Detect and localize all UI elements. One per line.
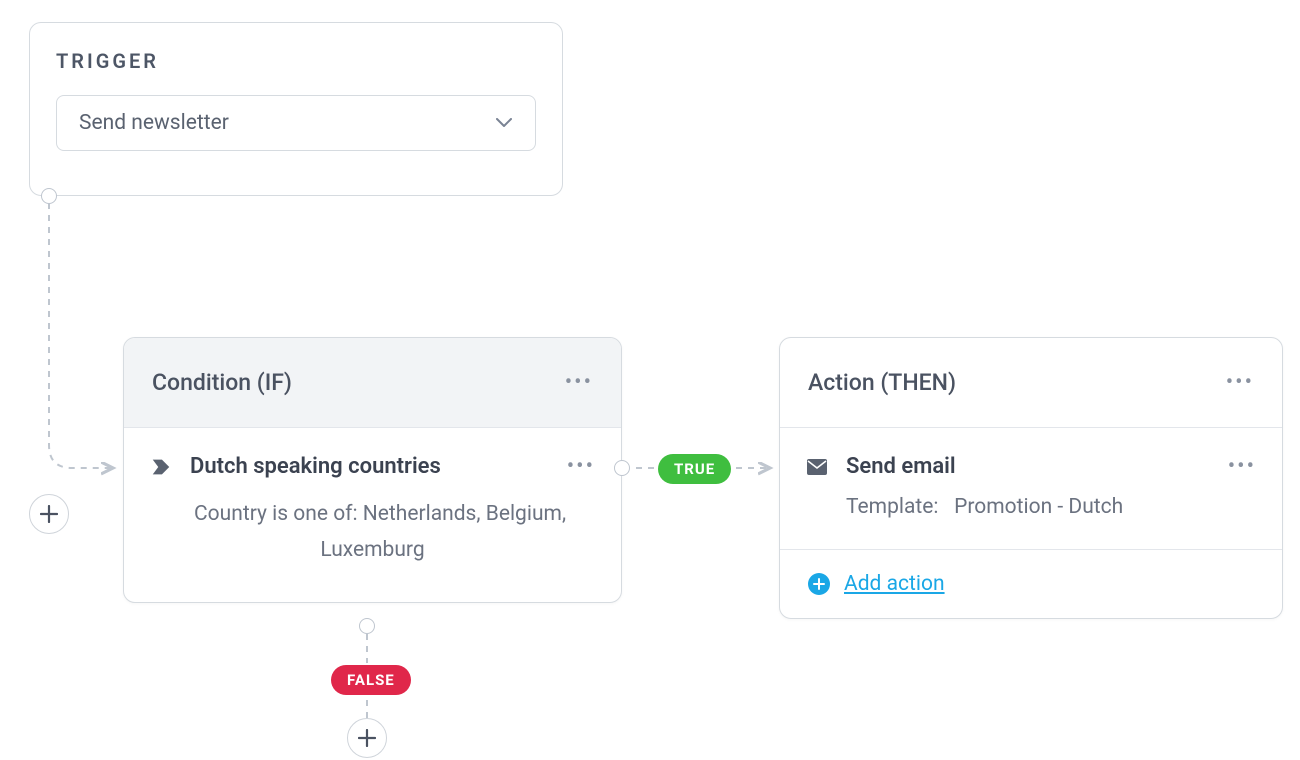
condition-body: Dutch speaking countries ••• Country is … [124,428,621,602]
true-label: TRUE [658,454,731,484]
add-action-link[interactable]: Add action [844,572,945,596]
connector-dot [614,460,630,476]
condition-description-line2: Luxemburg [150,533,595,569]
condition-title: Condition (IF) [152,369,292,396]
action-footer: Add action [780,550,1282,618]
trigger-select-value: Send newsletter [79,111,229,135]
plus-circle-icon [808,573,830,595]
trigger-select[interactable]: Send newsletter [56,95,536,151]
workflow-canvas: TRIGGER Send newsletter Condition (IF) •… [0,0,1300,760]
false-label: FALSE [331,665,411,695]
action-title: Action (THEN) [808,369,956,396]
tag-icon [150,456,172,478]
condition-header: Condition (IF) ••• [124,338,621,428]
add-node-button[interactable] [29,494,69,534]
action-item-menu-icon[interactable]: ••• [1228,454,1256,479]
action-row[interactable]: Send email ••• [806,454,1256,479]
condition-card: Condition (IF) ••• Dutch speaking countr… [123,337,622,603]
mail-icon [806,456,828,478]
chevron-down-icon [495,114,513,132]
action-template-label: Template: [846,495,938,519]
trigger-title: TRIGGER [56,49,536,73]
condition-name: Dutch speaking countries [190,454,441,479]
action-body: Send email ••• Template: Promotion - Dut… [780,428,1282,550]
action-menu-icon[interactable]: ••• [1226,370,1254,395]
trigger-card: TRIGGER Send newsletter [29,22,563,196]
action-template-value: Promotion - Dutch [954,495,1123,519]
action-header: Action (THEN) ••• [780,338,1282,428]
condition-menu-icon[interactable]: ••• [565,370,593,395]
connector-dot [359,618,375,634]
condition-row[interactable]: Dutch speaking countries ••• [150,454,595,479]
action-name: Send email [846,454,956,479]
add-node-button-false[interactable] [347,718,387,758]
condition-item-menu-icon[interactable]: ••• [567,454,595,479]
connector-dot [41,188,57,204]
condition-description-line1: Country is one of: Netherlands, Belgium, [150,497,595,533]
action-description: Template: Promotion - Dutch [806,495,1256,519]
action-card: Action (THEN) ••• Send email ••• Templat… [779,337,1283,619]
